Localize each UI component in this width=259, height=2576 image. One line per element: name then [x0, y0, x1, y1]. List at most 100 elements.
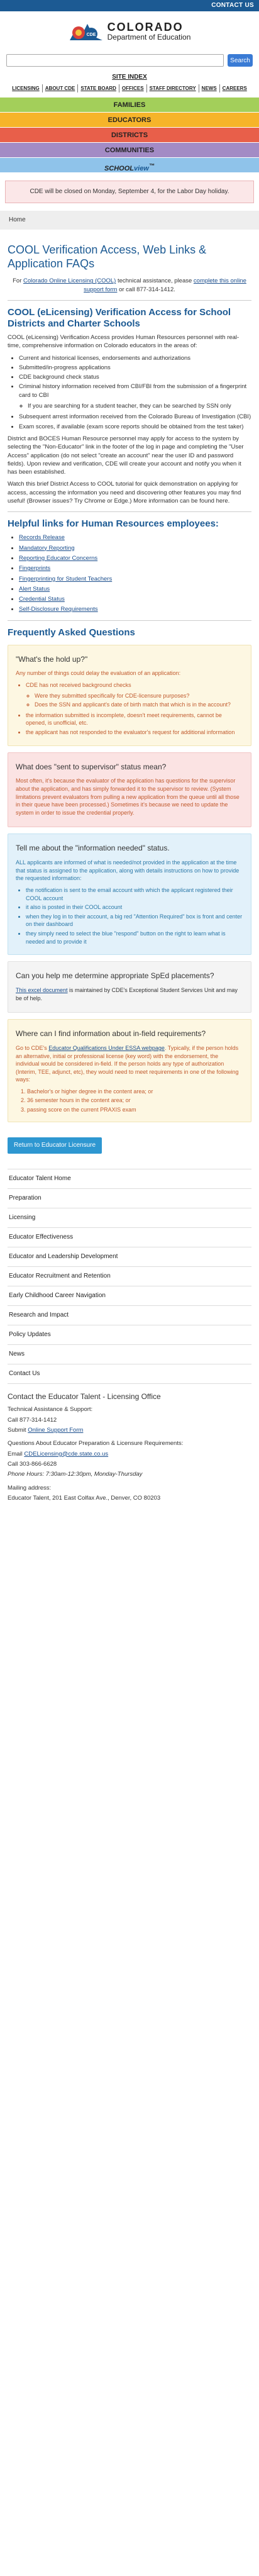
utility-nav: LICENSING ABOUT CDE STATE BOARD OFFICES … [0, 83, 259, 94]
nav-staff-directory[interactable]: STAFF DIRECTORY [147, 84, 199, 93]
faq-title: What does "sent to supervisor" status me… [16, 762, 167, 771]
faq-info-needed: Tell me about the "information needed" s… [8, 834, 251, 956]
list-item: the applicant has not responded to the e… [26, 728, 243, 737]
list-item: Subsequent arrest information received f… [19, 413, 251, 421]
faq-title: Tell me about the "information needed" s… [16, 844, 170, 853]
footer-link[interactable]: Educator Talent Home [8, 1169, 251, 1189]
band-districts[interactable]: DISTRICTS [0, 128, 259, 143]
link-reporting-concerns[interactable]: Reporting Educator Concerns [19, 555, 97, 562]
contact-us-link[interactable]: CONTACT US [211, 2, 254, 9]
excel-document-link[interactable]: This excel document [16, 987, 68, 993]
online-support-form-link[interactable]: Online Support Form [28, 1427, 83, 1434]
site-index-link[interactable]: SITE INDEX [0, 73, 259, 82]
contact-label: Technical Assistance & Support: [8, 1406, 93, 1413]
link-records-release[interactable]: Records Release [19, 534, 65, 541]
colorado-logo-icon[interactable]: CDE [69, 20, 104, 43]
contact-submit: Submit Online Support Form [8, 1427, 84, 1434]
band-communities[interactable]: COMMUNITIES [0, 143, 259, 159]
list-item: they simply need to select the blue "res… [26, 930, 243, 945]
link-credential-status[interactable]: Credential Status [19, 596, 65, 603]
site-header: CDE COLORADO Department of Education [0, 11, 259, 49]
audience-bands: FAMILIES EDUCATORS DISTRICTS COMMUNITIES… [0, 98, 259, 174]
cool-link[interactable]: Colorado Online Licensing (COOL) [23, 277, 116, 284]
page-title: COOL Verification Access, Web Links & Ap… [8, 243, 207, 270]
cde-logo-text: CDE [86, 33, 96, 37]
email-link[interactable]: CDELicensing@cde.state.co.us [24, 1451, 108, 1458]
faq-title: Can you help me determine appropriate Sp… [16, 971, 214, 981]
faq-heading: Frequently Asked Questions [8, 627, 135, 638]
faq-sent-supervisor: What does "sent to supervisor" status me… [8, 752, 251, 828]
list-item: Current and historical licenses, endorse… [19, 354, 251, 362]
search-button[interactable]: Search [228, 54, 253, 67]
list-item: 36 semester hours in the content area; o… [27, 1096, 243, 1105]
faq-text: Go to CDE's Educator Qualifications Unde… [16, 1044, 239, 1083]
intro-paragraph: For Colorado Online Licensing (COOL) tec… [13, 277, 246, 293]
contact-label: Questions About Educator Preparation & L… [8, 1440, 184, 1447]
footer-link[interactable]: Research and Impact [8, 1306, 251, 1325]
footer-link[interactable]: News [8, 1345, 251, 1364]
list-item: the information submitted is incomplete,… [26, 711, 243, 727]
list-item: Bachelor's or higher degree in the conte… [27, 1088, 243, 1096]
link-self-disclosure[interactable]: Self-Disclosure Requirements [19, 606, 98, 613]
faq-text: Most often, it's because the evaluator o… [16, 778, 240, 816]
top-bar: CONTACT US [0, 0, 259, 11]
apply-paragraph: District and BOCES Human Resource person… [8, 435, 244, 476]
list-item: CDE background check status [19, 373, 251, 381]
breadcrumb-home[interactable]: Home [9, 216, 26, 223]
link-alert-status[interactable]: Alert Status [19, 586, 50, 593]
list-item: it also is posted in their COOL account [26, 903, 243, 912]
faq-in-field: Where can I find information about in-fi… [8, 1019, 251, 1122]
list-item: Exam scores, if available (exam score re… [19, 423, 251, 431]
faq-text: This excel document is maintained by CDE… [16, 986, 238, 1001]
footer-link[interactable]: Policy Updates [8, 1325, 251, 1345]
tutorial-paragraph: Watch this brief District Access to COOL… [8, 481, 241, 505]
logo-text[interactable]: COLORADO Department of Education [107, 21, 191, 41]
nav-offices[interactable]: OFFICES [119, 84, 147, 93]
list-item: Submitted/in-progress applications [19, 364, 251, 372]
list-item: If you are searching for a student teach… [28, 402, 251, 410]
list-item: Does the SSN and applicant's date of bir… [35, 701, 243, 709]
schoolview-tm: ™ [148, 162, 155, 169]
main-content: COOL Verification Access, Web Links & Ap… [0, 230, 259, 1510]
band-educators[interactable]: EDUCATORS [0, 113, 259, 128]
list-item: passing score on the current PRAXIS exam [27, 1106, 243, 1114]
nav-about-cde[interactable]: ABOUT CDE [43, 84, 79, 93]
link-fingerprinting-students[interactable]: Fingerprinting for Student Teachers [19, 576, 112, 583]
footer-link[interactable]: Preparation [8, 1189, 251, 1208]
footer-link[interactable]: Early Childhood Career Navigation [8, 1286, 251, 1306]
footer-link[interactable]: Contact Us [8, 1364, 251, 1384]
site-title: COLORADO [107, 21, 184, 34]
essa-link[interactable]: Educator Qualifications Under ESSA webpa… [48, 1045, 165, 1051]
verification-heading: COOL (eLicensing) Verification Access fo… [8, 306, 231, 329]
footer-link[interactable]: Educator Effectiveness [8, 1228, 251, 1247]
footer-nav: Educator Talent Home Preparation Licensi… [8, 1168, 251, 1384]
contact-email: Email CDELicensing@cde.state.co.us [8, 1450, 109, 1458]
footer-link[interactable]: Educator Recruitment and Retention [8, 1267, 251, 1286]
band-families[interactable]: FAMILIES [0, 98, 259, 113]
band-schoolview[interactable]: SCHOOLview™ [0, 158, 259, 174]
list-item: the notification is sent to the email ac… [26, 886, 243, 902]
nav-licensing[interactable]: LICENSING [9, 84, 43, 93]
nav-careers[interactable]: CAREERS [220, 84, 250, 92]
site-subtitle: Department of Education [107, 33, 191, 42]
footer-link[interactable]: Licensing [8, 1208, 251, 1228]
faq-text: ALL applicants are informed of what is n… [16, 859, 240, 882]
contact-hours: Phone Hours: 7:30am-12:30pm, Monday-Thur… [8, 1471, 143, 1478]
list-item: CDE has not received background checks [26, 681, 243, 689]
link-mandatory-reporting[interactable]: Mandatory Reporting [19, 545, 75, 552]
verification-paragraph: COOL (eLicensing) Verification Access pr… [8, 333, 240, 350]
footer-link[interactable]: Educator and Leadership Development [8, 1247, 251, 1267]
list-item: when they log in to their account, a big… [26, 913, 243, 928]
breadcrumb: Home [0, 211, 259, 230]
hr-links-heading: Helpful links for Human Resources employ… [8, 518, 219, 530]
contact-mail: Educator Talent, 201 East Colfax Ave., D… [8, 1494, 161, 1502]
contact-phone: Call 877-314-1412 [8, 1416, 57, 1424]
nav-news[interactable]: NEWS [199, 84, 220, 93]
faq-title: "What's the hold up?" [16, 654, 88, 664]
contact-title: Contact the Educator Talent - Licensing … [8, 1391, 161, 1401]
nav-state-board[interactable]: STATE BOARD [78, 84, 119, 93]
link-fingerprints[interactable]: Fingerprints [19, 565, 50, 572]
return-button[interactable]: Return to Educator Licensure [8, 1137, 102, 1154]
faq-sped: Can you help me determine appropriate Sp… [8, 961, 251, 1013]
search-input[interactable] [6, 54, 224, 67]
